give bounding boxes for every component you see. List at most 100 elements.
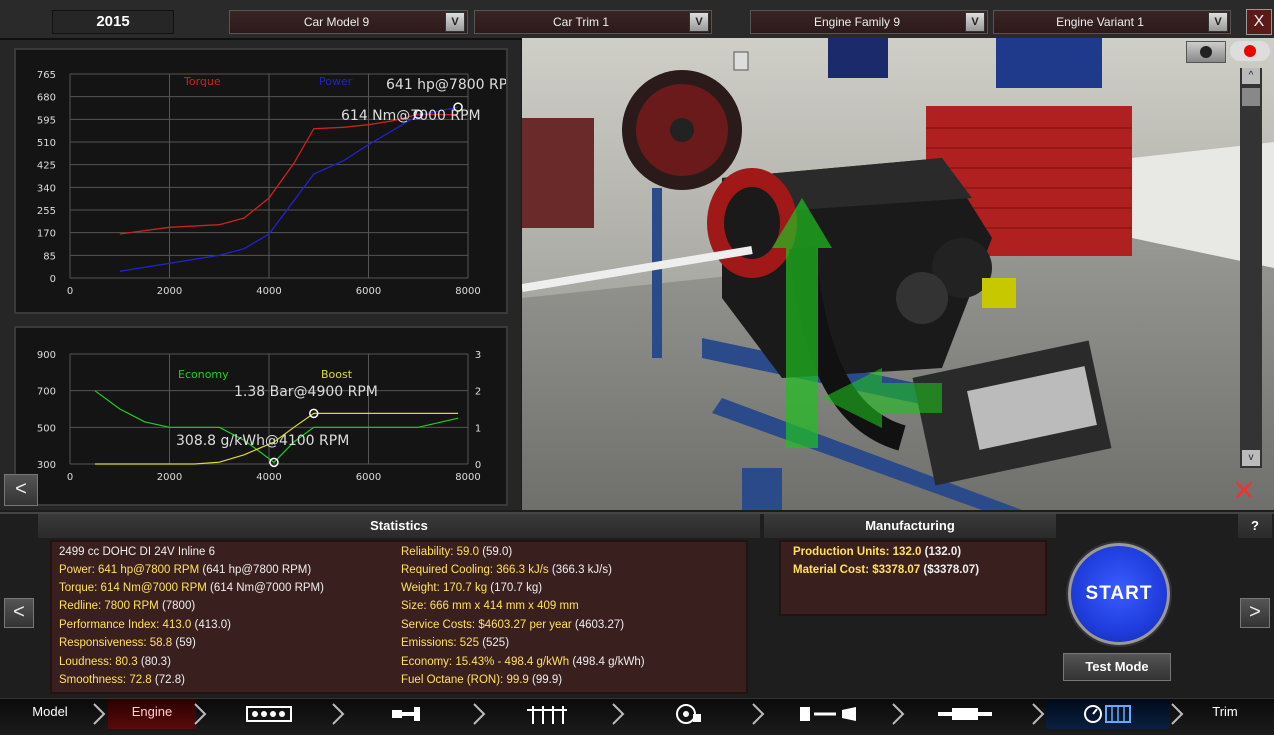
stat-smoothness-value: (72.8)	[154, 674, 185, 686]
stat-loudness-value: (80.3)	[140, 656, 171, 668]
nav-exhaust[interactable]	[908, 699, 1028, 729]
boost-peak-label: 1.38 Bar@4900 RPM	[234, 384, 378, 400]
y-tick-label: 170	[37, 229, 56, 240]
stat-economy: Economy: 15.43% - 498.4 g/kWh	[401, 656, 570, 668]
eye-icon[interactable]	[1230, 41, 1270, 61]
x-tick-label: 2000	[157, 472, 182, 483]
stat-emissions: Emissions: 525	[401, 637, 479, 649]
x-tick-label: 0	[67, 286, 73, 297]
y-tick-label: 255	[37, 206, 56, 217]
collapse-panel-button[interactable]: <	[4, 474, 38, 506]
dyno-gauge-icon	[1084, 705, 1131, 723]
legend-economy: Economy	[178, 368, 229, 381]
nav-trim[interactable]: Trim	[1184, 699, 1266, 729]
chevron-right-icon	[1032, 703, 1045, 725]
close-button[interactable]: X	[1246, 9, 1272, 35]
nav-fuel-system[interactable]	[768, 699, 888, 729]
stat-emissions-value: (525)	[482, 637, 510, 649]
y-tick-label: 595	[37, 115, 56, 126]
car-model-dropdown[interactable]: Car Model 9 V	[229, 10, 468, 34]
x-tick-label: 4000	[256, 472, 281, 483]
nav-camshaft[interactable]	[488, 699, 608, 729]
stat-fuel-octane-value: (99.9)	[532, 674, 563, 686]
x-tick-label: 6000	[356, 472, 381, 483]
prev-button[interactable]: <	[4, 598, 34, 628]
torque-peak-label: 614 Nm@7000 RPM	[341, 108, 481, 124]
next-button[interactable]: >	[1240, 598, 1270, 628]
economy-curve	[94, 390, 459, 464]
stat-weight: Weight: 170.7 kg	[401, 582, 488, 594]
car-trim-dropdown[interactable]: Car Trim 1 V	[474, 10, 712, 34]
y-right-tick-label: 1	[475, 423, 481, 434]
camshaft-icon	[527, 706, 567, 724]
nav-engine-block[interactable]	[210, 699, 330, 729]
nav-engine[interactable]: Engine	[108, 699, 196, 729]
stat-torque-value: (614 Nm@7000 RPM)	[210, 582, 324, 594]
y-tick-label: 0	[50, 274, 56, 285]
x-tick-label: 6000	[356, 286, 381, 297]
x-tick-label: 4000	[256, 286, 281, 297]
statistics-list: 2499 cc DOHC DI 24V Inline 6 Power: 641 …	[50, 540, 748, 694]
y-right-tick-label: 0	[475, 460, 481, 471]
stat-cooling-value: (366.3 kJ/s)	[551, 564, 612, 576]
production-units-value: (132.0)	[924, 546, 962, 558]
stat-loudness: Loudness: 80.3	[59, 656, 138, 668]
stat-service-costs-value: (4603.27)	[574, 619, 625, 631]
scroll-thumb[interactable]	[1242, 88, 1260, 106]
x-tick-label: 8000	[455, 286, 480, 297]
stat-size: Size: 666 mm x 414 mm x 409 mm	[401, 600, 579, 612]
power-torque-chart-svg: 765 680 595 510 425 340 255 170 85 00 2000 4000 6000…	[37, 70, 519, 297]
chevron-down-icon[interactable]: V	[1208, 12, 1228, 32]
engine-family-label: Engine Family 9	[813, 15, 901, 29]
top-toolbar: 2015 Car Model 9 V Car Trim 1 V Engine F…	[0, 0, 1274, 40]
y-tick-label: 425	[37, 161, 56, 172]
stat-cooling: Required Cooling: 366.3 kJ/s	[401, 564, 549, 576]
stat-redline-value: (7800)	[161, 600, 196, 612]
reset-camera-icon[interactable]: ✕	[1226, 476, 1262, 506]
stat-power: Power: 641 hp@7800 RPM	[59, 564, 200, 576]
nav-model[interactable]: Model	[0, 699, 100, 729]
nav-turbo[interactable]	[628, 699, 748, 729]
chevron-right-icon	[1171, 703, 1184, 725]
y-right-tick-label: 3	[475, 350, 481, 361]
chevron-right-icon	[93, 703, 106, 725]
exhaust-icon	[938, 708, 992, 720]
chevron-down-icon[interactable]: V	[445, 12, 465, 32]
stat-torque: Torque: 614 Nm@7000 RPM	[59, 582, 207, 594]
stat-redline: Redline: 7800 RPM	[59, 600, 159, 612]
engine-scene-illustration	[522, 38, 1274, 510]
engine-3d-viewport[interactable]: ^ v ✕	[522, 38, 1274, 510]
chevron-down-icon[interactable]: V	[965, 12, 985, 32]
nav-crankshaft[interactable]	[348, 699, 468, 729]
y-tick-label: 340	[37, 183, 56, 194]
statistics-header: Statistics	[38, 514, 760, 538]
engine-block-icon	[246, 706, 292, 722]
engine-family-dropdown[interactable]: Engine Family 9 V	[750, 10, 988, 34]
scroll-down-icon[interactable]: v	[1242, 450, 1260, 466]
viewport-scrollbar[interactable]: ^ v	[1240, 68, 1262, 468]
chevron-right-icon	[332, 703, 345, 725]
test-mode-button[interactable]: Test Mode	[1063, 653, 1171, 681]
stat-reliability-value: (59.0)	[482, 546, 513, 558]
x-tick-label: 0	[67, 472, 73, 483]
legend-boost: Boost	[321, 368, 353, 381]
power-curve	[119, 106, 459, 272]
y-left-tick-label: 500	[37, 423, 56, 434]
chevron-down-icon[interactable]: V	[689, 12, 709, 32]
engine-variant-label: Engine Variant 1	[1056, 15, 1144, 29]
chevron-right-icon	[612, 703, 625, 725]
camera-icon[interactable]	[1186, 41, 1226, 63]
nav-dyno[interactable]	[1046, 699, 1170, 729]
y-right-tick-label: 2	[475, 387, 481, 398]
crankshaft-icon	[392, 707, 420, 721]
fuel-injector-icon	[800, 707, 856, 721]
stat-smoothness: Smoothness: 72.8	[59, 674, 152, 686]
economy-min-label: 308.8 g/kWh@4100 RPM	[176, 433, 349, 449]
car-trim-label: Car Trim 1	[552, 15, 609, 29]
engine-variant-dropdown[interactable]: Engine Variant 1 V	[993, 10, 1231, 34]
turbo-icon	[676, 704, 701, 724]
help-button[interactable]: ?	[1238, 514, 1272, 538]
scroll-up-icon[interactable]: ^	[1242, 68, 1260, 84]
start-button[interactable]: START	[1068, 543, 1170, 645]
chevron-right-icon	[892, 703, 905, 725]
